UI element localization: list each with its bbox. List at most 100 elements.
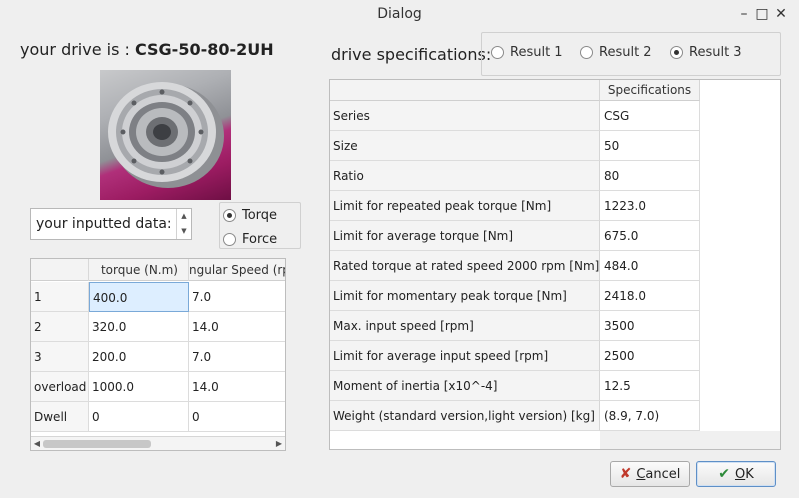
row-header[interactable]: 2: [31, 312, 89, 342]
spec-row-label[interactable]: Limit for average input speed [rpm]: [330, 341, 600, 371]
spec-row-label[interactable]: Limit for average torque [Nm]: [330, 221, 600, 251]
specifications-table[interactable]: Specifications Series CSG Size 50 Ratio …: [329, 79, 781, 450]
result-2-indicator[interactable]: [580, 46, 593, 59]
spec-value[interactable]: 50: [600, 131, 700, 161]
table-row: Series CSG: [330, 101, 700, 131]
drive-product-image: [100, 70, 231, 200]
spec-row-label[interactable]: Weight (standard version,light version) …: [330, 401, 600, 431]
spec-row-label[interactable]: Limit for momentary peak torque [Nm]: [330, 281, 600, 311]
table-row: Moment of inertia [x10^-4] 12.5: [330, 371, 700, 401]
horizontal-scrollbar[interactable]: ◀ ▶: [31, 436, 285, 450]
spec-value[interactable]: 12.5: [600, 371, 700, 401]
table-row: Dwell 0 0: [31, 402, 285, 432]
spec-value[interactable]: 80: [600, 161, 700, 191]
torque-radio-label: Torqe: [242, 207, 278, 223]
title-bar: Dialog – □ ✕: [0, 0, 799, 28]
result-radio-group: Result 1 Result 2 Result 3: [481, 32, 781, 76]
spec-row-label[interactable]: Rated torque at rated speed 2000 rpm [Nm…: [330, 251, 600, 281]
table-row: Limit for average torque [Nm] 675.0: [330, 221, 700, 251]
speed-cell[interactable]: 14.0: [189, 312, 285, 342]
speed-cell[interactable]: 7.0: [189, 282, 285, 312]
speed-cell[interactable]: 0: [189, 402, 285, 432]
spec-value[interactable]: 484.0: [600, 251, 700, 281]
drive-label-prefix: your drive is :: [20, 40, 135, 59]
drive-specifications-label: drive specifications:: [331, 45, 492, 64]
spec-value[interactable]: 675.0: [600, 221, 700, 251]
speed-cell[interactable]: 7.0: [189, 342, 285, 372]
result-1-indicator[interactable]: [491, 46, 504, 59]
result-3-label: Result 3: [689, 45, 742, 60]
spec-row-label[interactable]: Ratio: [330, 161, 600, 191]
spec-value[interactable]: (8.9, 7.0): [600, 401, 700, 431]
mode-radio-group: Torqe Force: [219, 202, 301, 249]
spinbox-arrows[interactable]: ▲ ▼: [176, 209, 191, 239]
table-row: Weight (standard version,light version) …: [330, 401, 700, 431]
maximize-button[interactable]: □: [752, 4, 772, 24]
table-row: 2 320.0 14.0: [31, 312, 285, 342]
drive-label: your drive is : CSG-50-80-2UH: [20, 40, 274, 59]
window-title: Dialog: [377, 6, 422, 22]
torque-cell[interactable]: 320.0: [89, 312, 189, 342]
force-radio[interactable]: Force: [223, 229, 277, 249]
row-header[interactable]: 1: [31, 282, 89, 312]
result-1-label: Result 1: [510, 45, 563, 60]
table-row: Limit for momentary peak torque [Nm] 241…: [330, 281, 700, 311]
drive-name: CSG-50-80-2UH: [134, 40, 274, 59]
spec-row-label[interactable]: Series: [330, 101, 600, 131]
spec-value[interactable]: CSG: [600, 101, 700, 131]
spec-row-label[interactable]: Size: [330, 131, 600, 161]
spec-table-empty-area: [600, 431, 780, 449]
corner-header: [31, 259, 89, 281]
ok-check-icon: ✔: [718, 466, 730, 482]
speed-cell[interactable]: 14.0: [189, 372, 285, 402]
table-row: Limit for average input speed [rpm] 2500: [330, 341, 700, 371]
spin-up-icon[interactable]: ▲: [177, 209, 191, 224]
row-header[interactable]: overload: [31, 372, 89, 402]
torque-cell[interactable]: 1000.0: [89, 372, 189, 402]
result-3-radio[interactable]: Result 3: [670, 45, 742, 60]
spin-down-icon[interactable]: ▼: [177, 224, 191, 239]
cancel-button-label: Cancel: [636, 466, 681, 482]
torque-cell[interactable]: 0: [89, 402, 189, 432]
scroll-left-icon[interactable]: ◀: [31, 437, 43, 450]
torque-cell[interactable]: 200.0: [89, 342, 189, 372]
input-data-table[interactable]: torque (N.m) ngular Speed (rpm 1 400.0 7…: [30, 258, 286, 451]
column-header-speed[interactable]: ngular Speed (rpm: [189, 259, 285, 281]
force-radio-label: Force: [242, 231, 278, 247]
spec-row-label[interactable]: Max. input speed [rpm]: [330, 311, 600, 341]
harmonic-drive-illustration: [108, 82, 224, 188]
ok-button-label: OK: [734, 466, 754, 482]
column-header-torque[interactable]: torque (N.m): [89, 259, 189, 281]
result-2-radio[interactable]: Result 2: [580, 45, 652, 60]
spec-corner-header: [330, 80, 600, 101]
force-radio-indicator[interactable]: [223, 232, 236, 246]
spec-value[interactable]: 2418.0: [600, 281, 700, 311]
row-header[interactable]: Dwell: [31, 402, 89, 432]
table-row: Rated torque at rated speed 2000 rpm [Nm…: [330, 251, 700, 281]
row-header[interactable]: 3: [31, 342, 89, 372]
spec-value[interactable]: 2500: [600, 341, 700, 371]
spec-value[interactable]: 3500: [600, 311, 700, 341]
table-row: Size 50: [330, 131, 700, 161]
cancel-x-icon: ✘: [619, 466, 632, 482]
spec-row-label[interactable]: Limit for repeated peak torque [Nm]: [330, 191, 600, 221]
minimize-button[interactable]: –: [734, 4, 754, 24]
torque-cell[interactable]: 400.0: [89, 282, 189, 312]
table-row: 3 200.0 7.0: [31, 342, 285, 372]
ok-button[interactable]: ✔ OK: [696, 461, 776, 487]
scrollbar-thumb[interactable]: [43, 440, 151, 448]
table-row: Ratio 80: [330, 161, 700, 191]
scroll-right-icon[interactable]: ▶: [273, 437, 285, 450]
torque-radio-indicator[interactable]: [223, 208, 236, 222]
close-button[interactable]: ✕: [771, 4, 791, 24]
spec-column-header[interactable]: Specifications: [600, 80, 700, 101]
spec-value[interactable]: 1223.0: [600, 191, 700, 221]
inputted-data-spinbox[interactable]: your inputted data: ▲ ▼: [30, 208, 192, 240]
result-1-radio[interactable]: Result 1: [491, 45, 563, 60]
spec-row-label[interactable]: Moment of inertia [x10^-4]: [330, 371, 600, 401]
table-row: Max. input speed [rpm] 3500: [330, 311, 700, 341]
torque-radio[interactable]: Torqe: [223, 205, 277, 225]
cancel-button[interactable]: ✘ Cancel: [610, 461, 690, 487]
table-row: overload 1000.0 14.0: [31, 372, 285, 402]
result-3-indicator[interactable]: [670, 46, 683, 59]
